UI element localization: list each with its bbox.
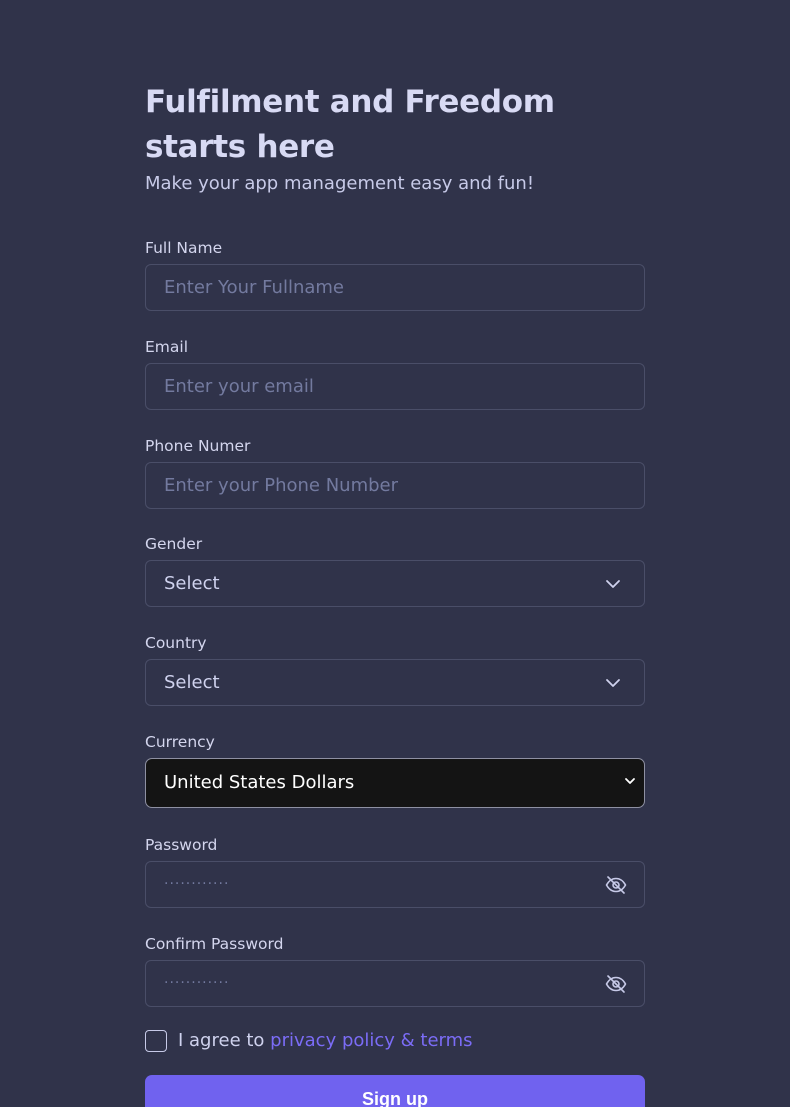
chevron-down-icon (606, 580, 620, 588)
chevron-down-icon (625, 778, 635, 784)
eye-off-icon[interactable] (604, 972, 628, 996)
page-title: Fulfilment and Freedom starts here (145, 84, 555, 165)
email-label: Email (145, 338, 189, 356)
agree-prefix: I agree to (178, 1030, 265, 1051)
gender-select-value: Select (164, 573, 220, 594)
password-group: Password ············ (145, 835, 645, 908)
country-select[interactable]: Select (145, 659, 645, 706)
phone-input[interactable]: Enter your Phone Number (145, 462, 645, 509)
gender-select[interactable]: Select (145, 560, 645, 607)
email-group: Email Enter your email (145, 337, 645, 410)
country-label: Country (145, 634, 207, 652)
country-select-value: Select (164, 672, 220, 693)
currency-select[interactable]: United States Dollars (145, 758, 645, 808)
confirm-password-label: Confirm Password (145, 935, 284, 953)
full-name-placeholder: Enter Your Fullname (164, 277, 345, 298)
confirm-password-group: Confirm Password ············ (145, 934, 645, 1007)
chevron-down-icon (606, 679, 620, 687)
agree-text: I agree to privacy policy & terms (178, 1030, 473, 1052)
confirm-password-input[interactable]: ············ (145, 960, 645, 1007)
signup-header: Fulfilment and Freedom starts here Make … (145, 80, 645, 196)
password-label: Password (145, 836, 218, 854)
gender-group: Gender Select (145, 534, 645, 607)
confirm-password-masked-value: ············ (164, 975, 230, 991)
phone-placeholder: Enter your Phone Number (164, 475, 399, 496)
password-input[interactable]: ············ (145, 861, 645, 908)
page-subtitle: Make your app management easy and fun! (145, 173, 535, 194)
email-input[interactable]: Enter your email (145, 363, 645, 410)
full-name-input[interactable]: Enter Your Fullname (145, 264, 645, 311)
currency-select-value: United States Dollars (164, 772, 355, 793)
gender-label: Gender (145, 535, 203, 553)
email-placeholder: Enter your email (164, 376, 314, 397)
signup-button[interactable]: Sign up (145, 1075, 645, 1107)
full-name-label: Full Name (145, 239, 223, 257)
eye-off-icon[interactable] (604, 873, 628, 897)
signup-page: Fulfilment and Freedom starts here Make … (0, 0, 790, 1107)
phone-group: Phone Numer Enter your Phone Number (145, 436, 645, 509)
phone-label: Phone Numer (145, 437, 251, 455)
currency-label: Currency (145, 733, 215, 751)
country-group: Country Select (145, 633, 645, 706)
agree-checkbox[interactable] (145, 1030, 167, 1052)
currency-group: Currency United States Dollars (145, 732, 645, 808)
full-name-group: Full Name Enter Your Fullname (145, 238, 645, 311)
privacy-policy-link[interactable]: privacy policy & terms (270, 1030, 472, 1051)
password-masked-value: ············ (164, 876, 230, 892)
